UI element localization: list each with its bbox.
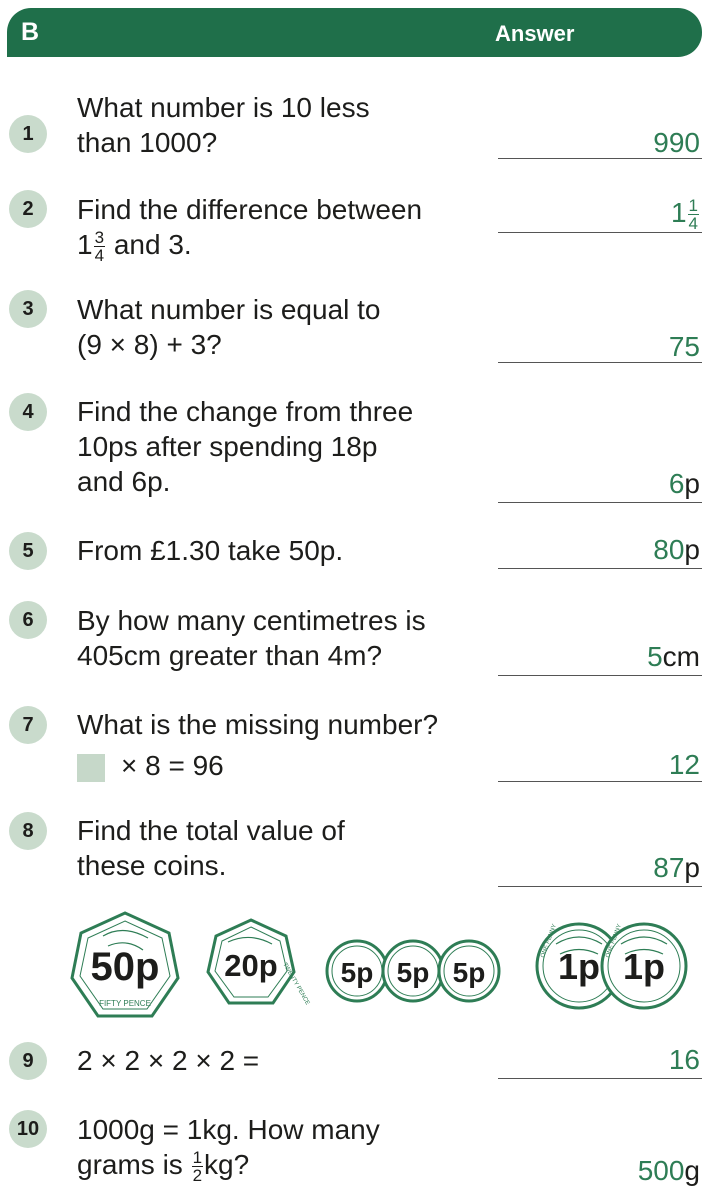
question-number: 9 bbox=[9, 1042, 47, 1080]
question-number: 7 bbox=[9, 706, 47, 744]
answer-value: 5cm bbox=[647, 641, 700, 672]
answer-line bbox=[498, 232, 702, 233]
answer-value: 12 bbox=[668, 749, 700, 780]
question-text: 2 × 2 × 2 × 2 = bbox=[77, 1045, 260, 1076]
answer-line bbox=[498, 1078, 702, 1079]
svg-text:1p: 1p bbox=[623, 946, 665, 987]
question-text: Find the change from three 10ps after sp… bbox=[77, 396, 414, 497]
svg-text:5p: 5p bbox=[341, 957, 374, 988]
answer-line bbox=[498, 568, 702, 569]
answer-value: 75 bbox=[668, 331, 700, 362]
question-number: 5 bbox=[9, 532, 47, 570]
answer-line bbox=[498, 502, 702, 503]
svg-text:FIFTY PENCE: FIFTY PENCE bbox=[99, 999, 151, 1008]
question-number: 4 bbox=[9, 393, 47, 431]
answer-column-label: Answer bbox=[495, 21, 575, 46]
answer-value: 500g bbox=[637, 1155, 700, 1186]
answer-value: 80p bbox=[653, 534, 700, 565]
fraction: 14 bbox=[687, 196, 699, 234]
coin-5p: 5p bbox=[325, 939, 389, 1003]
coin-5p: 5p bbox=[381, 939, 445, 1003]
question-text: What number is 10 less than 1000? bbox=[77, 92, 370, 158]
question-text: What is the missing number? × 8 = 96 bbox=[77, 709, 439, 782]
answer-value: 16 bbox=[668, 1044, 700, 1075]
missing-number-box bbox=[77, 753, 105, 782]
section-header: B Answer bbox=[7, 8, 702, 57]
question-text: By how many centimetres is 405cm greater… bbox=[77, 605, 426, 671]
question-number: 8 bbox=[9, 812, 47, 850]
coins-illustration: 50p FIFTY PENCE 20p TWENTY PENCE 5p 5p 5… bbox=[70, 911, 688, 1018]
answer-value: 114 bbox=[670, 196, 699, 234]
svg-text:50p: 50p bbox=[91, 945, 160, 989]
answer-line bbox=[498, 158, 702, 159]
question-number: 6 bbox=[9, 601, 47, 639]
question-number: 2 bbox=[9, 190, 47, 228]
svg-text:1p: 1p bbox=[558, 946, 600, 987]
question-number: 1 bbox=[9, 115, 47, 153]
svg-text:5p: 5p bbox=[397, 957, 430, 988]
question-number: 10 bbox=[9, 1110, 47, 1148]
answer-line bbox=[498, 362, 702, 363]
answer-line bbox=[498, 781, 702, 782]
question-text: Find the total value of these coins. bbox=[77, 815, 345, 881]
coin-1p: 1p ONE PENNY bbox=[600, 922, 688, 1010]
fraction: 12 bbox=[191, 1148, 204, 1186]
answer-value: 6p bbox=[668, 468, 700, 499]
answer-value: 990 bbox=[653, 127, 700, 158]
answer-line bbox=[498, 675, 702, 676]
coin-50p: 50p FIFTY PENCE bbox=[70, 911, 180, 1018]
coin-5p: 5p bbox=[437, 939, 501, 1003]
section-letter: B bbox=[21, 18, 40, 46]
answer-value: 87p bbox=[653, 852, 700, 883]
answer-line bbox=[498, 886, 702, 887]
coin-20p: 20p TWENTY PENCE bbox=[206, 918, 310, 1006]
svg-text:5p: 5p bbox=[453, 957, 486, 988]
svg-text:20p: 20p bbox=[224, 948, 277, 983]
question-text: What number is equal to (9 × 8) + 3? bbox=[77, 294, 381, 360]
question-text: Find the difference between 134 and 3. bbox=[77, 194, 423, 266]
question-text: From £1.30 take 50p. bbox=[77, 535, 344, 566]
fraction: 34 bbox=[93, 228, 106, 266]
question-number: 3 bbox=[9, 290, 47, 328]
question-text: 1000g = 1kg. How many grams is 1 2 kg? bbox=[77, 1114, 380, 1186]
